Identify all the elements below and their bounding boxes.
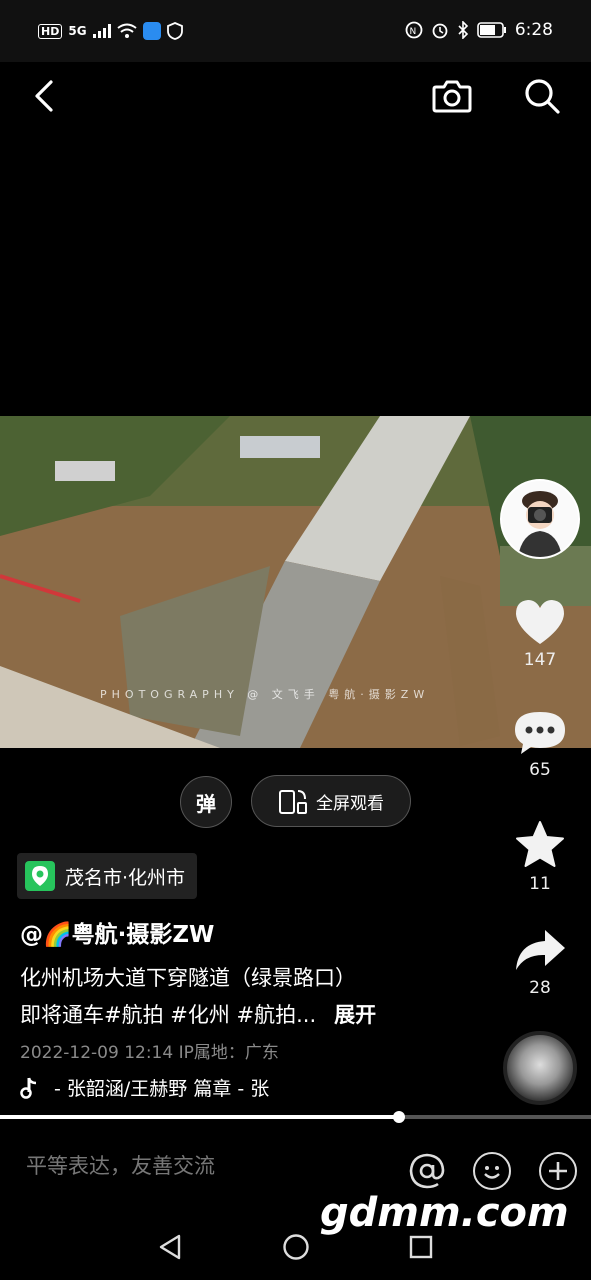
search-button[interactable]	[518, 70, 566, 122]
triangle-back-icon	[159, 1234, 181, 1260]
description-line-1: 化州机场大道下穿隧道（绿景路口）	[20, 966, 356, 990]
fullscreen-rotate-icon	[279, 790, 307, 814]
comment-bubble-icon	[515, 712, 565, 754]
chevron-left-icon	[35, 80, 53, 112]
music-info[interactable]: - 张韶涵/王赫野 篇章 - 张	[20, 1074, 320, 1101]
fullscreen-button[interactable]: 全屏观看	[251, 775, 411, 827]
location-label: 茂名市·化州市	[65, 866, 186, 889]
bluetooth-icon	[458, 21, 468, 39]
music-title: - 张韶涵/王赫野 篇章 - 张	[54, 1078, 270, 1100]
camera-button[interactable]	[428, 70, 476, 122]
status-left: HD 5G	[38, 22, 183, 40]
network-badge: 5G	[68, 24, 87, 38]
shield-icon	[166, 22, 183, 40]
camera-icon	[432, 80, 472, 113]
favorite-action[interactable]: 11	[500, 820, 580, 894]
like-count: 147	[523, 650, 557, 670]
comment-action[interactable]: 65	[500, 710, 580, 780]
add-icon[interactable]	[539, 1152, 577, 1190]
alarm-icon	[432, 23, 448, 39]
author-name[interactable]: @🌈粤航·摄影ZW	[20, 915, 214, 949]
signal-icon	[92, 24, 111, 38]
post-meta: 2022-12-09 12:14 IP属地：广东	[20, 1043, 279, 1063]
nfc-icon: N	[405, 21, 423, 39]
description-line-2: 即将通车#航拍 #化州 #航拍...	[20, 1003, 317, 1027]
danmu-label: 弹	[196, 791, 216, 816]
share-count: 28	[529, 978, 551, 998]
share-action[interactable]: 28	[500, 928, 580, 998]
emoji-icon[interactable]	[473, 1152, 511, 1190]
expand-button[interactable]: 展开	[334, 1003, 376, 1027]
square-recents-icon	[409, 1235, 433, 1259]
app-search-icon	[142, 22, 161, 40]
danmu-toggle-button[interactable]: 弹	[180, 776, 232, 828]
video-watermark: PHOTOGRAPHY @ 文飞手 粤航·摄影ZW	[100, 688, 430, 701]
star-icon	[516, 821, 564, 867]
post-description: 化州机场大道下穿隧道（绿景路口） 即将通车#航拍 #化州 #航拍... 展开	[20, 960, 420, 1034]
author-avatar[interactable]	[500, 479, 580, 559]
location-pin-icon	[25, 861, 55, 891]
nav-back-button[interactable]	[155, 1232, 185, 1262]
nav-home-button[interactable]	[281, 1232, 311, 1262]
circle-home-icon	[283, 1234, 309, 1260]
favorite-count: 11	[529, 874, 551, 894]
progress-knob[interactable]	[392, 1111, 405, 1123]
wifi-icon	[116, 23, 137, 38]
mention-icon[interactable]	[408, 1152, 446, 1190]
location-tag[interactable]: 茂名市·化州市	[17, 853, 198, 899]
heart-icon	[516, 600, 564, 644]
battery-icon	[477, 22, 506, 38]
like-action[interactable]: 147	[500, 598, 580, 670]
share-arrow-icon	[516, 930, 565, 970]
clock: 6:28	[514, 20, 553, 40]
music-note-icon	[20, 1077, 37, 1099]
nav-recents-button[interactable]	[406, 1232, 436, 1262]
progress-fill	[0, 1115, 399, 1119]
status-bar: HD 5G N 6:28	[0, 0, 591, 62]
search-icon	[525, 79, 560, 114]
video-progress-bar[interactable]	[0, 1111, 591, 1123]
back-button[interactable]	[22, 72, 66, 120]
music-disc-avatar[interactable]	[503, 1031, 577, 1105]
comment-count: 65	[529, 760, 551, 780]
hd-badge: HD	[38, 23, 63, 39]
avatar-photographer-image	[502, 481, 578, 557]
status-right: N 6:28	[405, 20, 553, 40]
fullscreen-label: 全屏观看	[316, 793, 384, 814]
svg-text:N: N	[409, 27, 416, 37]
comment-input[interactable]: 平等表达，友善交流	[26, 1150, 215, 1180]
